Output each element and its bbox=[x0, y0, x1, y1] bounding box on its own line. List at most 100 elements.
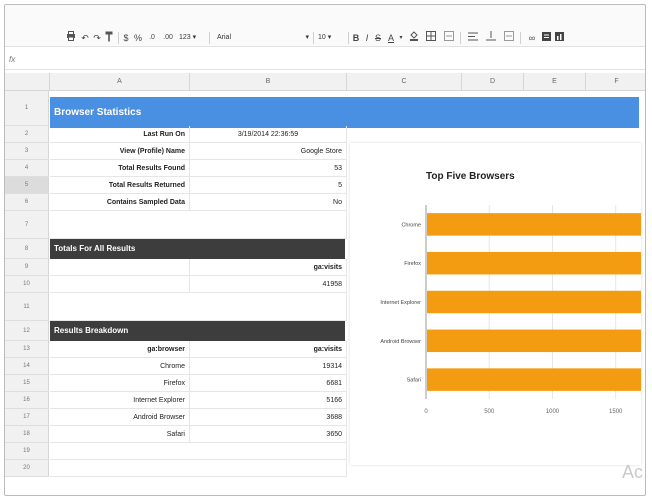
print-icon[interactable] bbox=[65, 31, 77, 45]
currency-format-button[interactable]: $ bbox=[121, 31, 131, 45]
empty-cell[interactable] bbox=[50, 293, 347, 321]
meta-value-cell[interactable]: Google Store bbox=[190, 143, 347, 160]
text-color-button[interactable]: A bbox=[385, 31, 397, 45]
row-header[interactable]: 3 bbox=[5, 143, 49, 160]
breakdown-browser-cell[interactable]: Internet Explorer bbox=[50, 392, 190, 409]
row-header[interactable]: 6 bbox=[5, 194, 49, 211]
vertical-align-icon[interactable] bbox=[483, 31, 499, 45]
breakdown-visits-cell[interactable]: 3650 bbox=[190, 426, 347, 443]
meta-value-cell[interactable]: 5 bbox=[190, 177, 347, 194]
bold-button[interactable]: B bbox=[351, 31, 361, 45]
paint-format-icon[interactable] bbox=[103, 31, 115, 45]
row-header[interactable]: 11 bbox=[5, 293, 49, 321]
insert-chart-icon[interactable] bbox=[553, 31, 565, 45]
row-header[interactable]: 4 bbox=[5, 160, 49, 177]
italic-button[interactable]: I bbox=[362, 31, 372, 45]
totals-value-cell[interactable]: 41958 bbox=[190, 276, 347, 293]
meta-label-cell[interactable]: View (Profile) Name bbox=[50, 143, 190, 160]
increase-decimal-button[interactable]: .00 bbox=[160, 31, 176, 45]
formula-bar[interactable]: fx bbox=[5, 52, 645, 70]
row-header[interactable]: 5 bbox=[5, 177, 49, 194]
breakdown-header-cell[interactable]: Results Breakdown bbox=[50, 321, 345, 341]
bar-firefox[interactable] bbox=[427, 251, 641, 275]
bar-internet-explorer[interactable] bbox=[427, 290, 641, 314]
redo-icon[interactable]: ↷ bbox=[91, 31, 103, 45]
column-header-a[interactable]: A bbox=[50, 73, 190, 91]
empty-cell[interactable] bbox=[50, 460, 347, 477]
undo-icon[interactable]: ↶ bbox=[79, 31, 91, 45]
column-header-c[interactable]: C bbox=[347, 73, 462, 91]
bar-chart-svg: 0 500 1000 1500 Chrome Firefox Internet Explor… bbox=[380, 205, 641, 415]
row-header[interactable]: 2 bbox=[5, 126, 49, 143]
y-category-label: Internet Explorer bbox=[380, 300, 421, 306]
row-header[interactable]: 20 bbox=[5, 460, 49, 477]
breakdown-visits-cell[interactable]: 3688 bbox=[190, 409, 347, 426]
strikethrough-button[interactable]: S bbox=[373, 31, 383, 45]
insert-link-icon[interactable]: ∞ bbox=[525, 31, 539, 45]
percent-format-button[interactable]: % bbox=[133, 31, 143, 45]
row-header[interactable]: 1 bbox=[5, 91, 49, 126]
font-family-dropdown[interactable]: Arial ▾ bbox=[217, 31, 309, 45]
breakdown-visits-cell[interactable]: 5166 bbox=[190, 392, 347, 409]
borders-icon[interactable] bbox=[423, 31, 439, 45]
row-header[interactable]: 15 bbox=[5, 375, 49, 392]
fill-color-icon[interactable] bbox=[407, 31, 421, 45]
empty-cell[interactable] bbox=[50, 276, 190, 293]
x-tick-label: 500 bbox=[484, 409, 495, 415]
meta-value-cell[interactable]: 3/19/2014 22:36:59 bbox=[190, 126, 347, 143]
empty-cell[interactable] bbox=[50, 443, 347, 460]
row-header[interactable]: 7 bbox=[5, 211, 49, 239]
meta-label-cell[interactable]: Total Results Found bbox=[50, 160, 190, 177]
meta-value-cell[interactable]: No bbox=[190, 194, 347, 211]
breakdown-browser-cell[interactable]: Safari bbox=[50, 426, 190, 443]
bar-safari[interactable] bbox=[427, 368, 641, 391]
totals-metric-header[interactable]: ga:visits bbox=[190, 259, 347, 276]
meta-label-cell[interactable]: Last Run On bbox=[50, 126, 190, 143]
meta-label-cell[interactable]: Contains Sampled Data bbox=[50, 194, 190, 211]
font-family-label: Arial bbox=[217, 34, 232, 41]
row-header[interactable]: 18 bbox=[5, 426, 49, 443]
row-header[interactable]: 10 bbox=[5, 276, 49, 293]
breakdown-visits-cell[interactable]: 19314 bbox=[190, 358, 347, 375]
breakdown-dimension-header[interactable]: ga:browser bbox=[50, 341, 190, 358]
column-header-e[interactable]: E bbox=[524, 73, 586, 91]
row-header[interactable]: 9 bbox=[5, 259, 49, 276]
merge-cells-icon[interactable] bbox=[441, 31, 457, 45]
row-header[interactable]: 16 bbox=[5, 392, 49, 409]
row-header[interactable]: 13 bbox=[5, 341, 49, 358]
row-header[interactable]: 17 bbox=[5, 409, 49, 426]
horizontal-align-icon[interactable] bbox=[465, 31, 481, 45]
font-size-dropdown[interactable]: 10 ▾ bbox=[318, 31, 344, 45]
text-color-dropdown-icon[interactable]: ▾ bbox=[398, 31, 404, 45]
meta-value-cell[interactable]: 53 bbox=[190, 160, 347, 177]
bar-chrome[interactable] bbox=[427, 213, 641, 236]
text-wrap-icon[interactable] bbox=[501, 31, 517, 45]
y-category-label: Safari bbox=[407, 378, 421, 384]
row-header[interactable]: 19 bbox=[5, 443, 49, 460]
breakdown-browser-cell[interactable]: Firefox bbox=[50, 375, 190, 392]
bar-android-browser[interactable] bbox=[427, 329, 641, 353]
breakdown-browser-cell[interactable]: Android Browser bbox=[50, 409, 190, 426]
empty-cell[interactable] bbox=[50, 259, 190, 276]
number-format-label: 123 bbox=[179, 34, 191, 41]
number-format-dropdown[interactable]: 123 ▾ bbox=[179, 31, 205, 45]
row-header[interactable]: 14 bbox=[5, 358, 49, 375]
decrease-decimal-button[interactable]: .0 bbox=[145, 31, 159, 45]
breakdown-visits-cell[interactable]: 6681 bbox=[190, 375, 347, 392]
breakdown-browser-cell[interactable]: Chrome bbox=[50, 358, 190, 375]
meta-label-cell[interactable]: Total Results Returned bbox=[50, 177, 190, 194]
totals-header-cell[interactable]: Totals For All Results bbox=[50, 239, 345, 259]
breakdown-metric-header[interactable]: ga:visits bbox=[190, 341, 347, 358]
sheet-title-cell[interactable]: Browser Statistics bbox=[50, 97, 639, 128]
row-header[interactable]: 12 bbox=[5, 321, 49, 341]
column-header-b[interactable]: B bbox=[190, 73, 347, 91]
insert-comment-icon[interactable] bbox=[540, 31, 552, 45]
sheet-grid[interactable]: A B C D E F 1 2 3 4 5 6 7 8 9 10 11 12 1… bbox=[5, 73, 645, 495]
x-tick-label: 1500 bbox=[609, 409, 623, 415]
select-all-corner[interactable] bbox=[5, 73, 50, 91]
empty-cell[interactable] bbox=[50, 211, 347, 239]
row-header[interactable]: 8 bbox=[5, 239, 49, 259]
column-header-d[interactable]: D bbox=[462, 73, 524, 91]
column-header-f[interactable]: F bbox=[586, 73, 645, 91]
embedded-chart[interactable]: Top Five Browsers 0 500 1000 1500 Chrome Fire… bbox=[350, 143, 641, 465]
